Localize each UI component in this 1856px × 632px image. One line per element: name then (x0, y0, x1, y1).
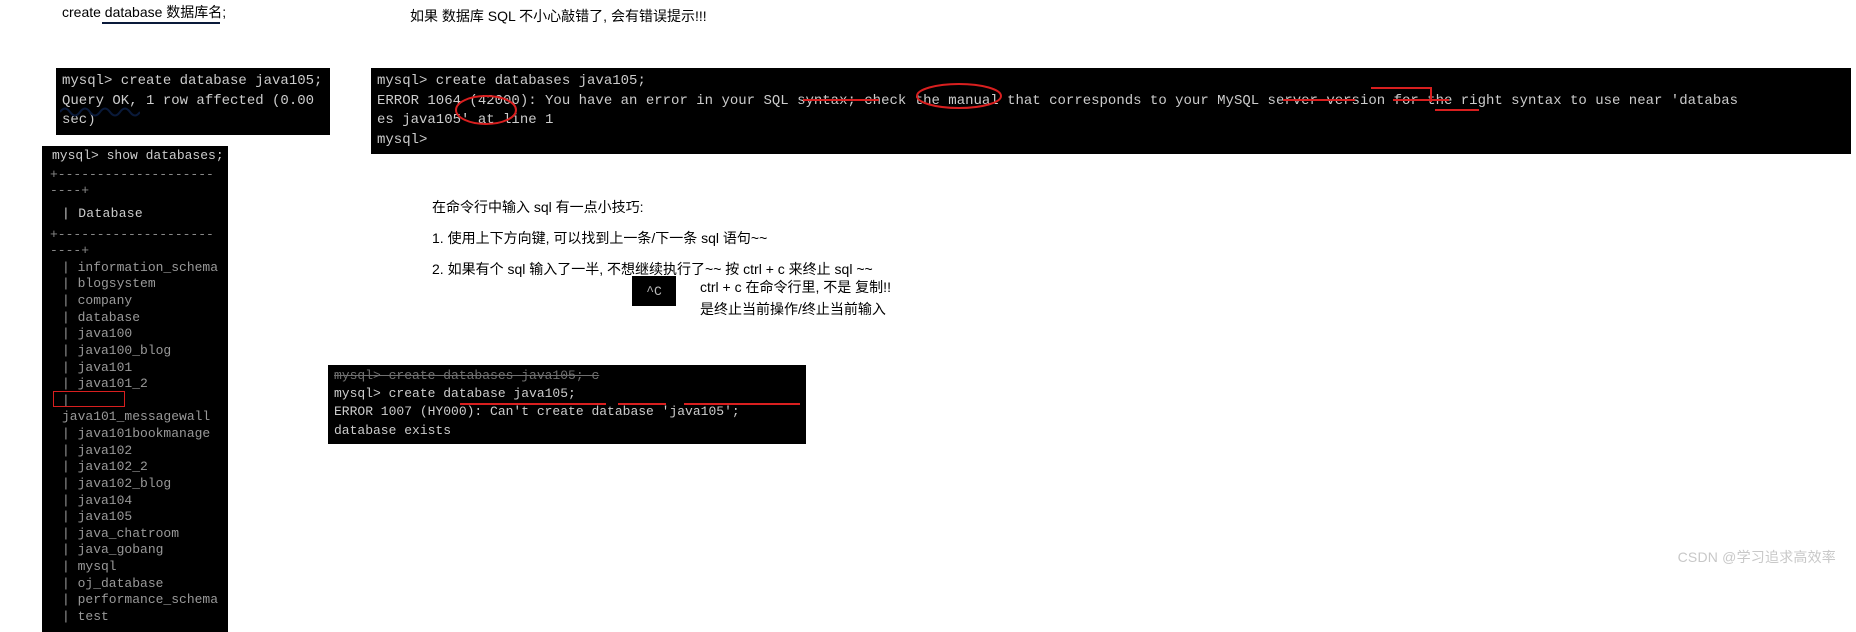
terminal-line: mysql> create databases java105; (377, 72, 1845, 92)
db-row: | java101bookmanage (46, 426, 224, 443)
ctrl-c-note-line: 是终止当前操作/终止当前输入 (700, 298, 891, 320)
terminal-db-exists-wrap: mysql> create databases java105; c mysql… (328, 365, 806, 444)
tips-intro: 在命令行中输入 sql 有一点小技巧: (432, 192, 873, 223)
terminal-db-exists: mysql> create databases java105; c mysql… (328, 365, 806, 444)
db-row: | java100 (46, 326, 224, 343)
terminal-sql-error: mysql> create databases java105; ERROR 1… (371, 68, 1851, 154)
heading-create-db: create database 数据库名; (62, 2, 226, 22)
terminal-line: ERROR 1007 (HY000): Can't create databas… (334, 403, 800, 439)
terminal-line: mysql> show databases; (46, 148, 224, 165)
terminal-line: mysql> create databases java105; c (334, 367, 800, 385)
heading-create-db-text: create database 数据库名; (62, 4, 226, 20)
terminal-line: mysql> (377, 131, 1845, 151)
terminal-line: ERROR 1064 (42000): You have an error in… (377, 92, 1845, 112)
db-row: | blogsystem (46, 276, 224, 293)
annotation-squiggle (60, 105, 140, 119)
tips-block: 在命令行中输入 sql 有一点小技巧: 1. 使用上下方向键, 可以找到上一条/… (432, 192, 873, 284)
db-row: | company (46, 293, 224, 310)
db-row: | database (46, 310, 224, 327)
db-row: | mysql (46, 559, 224, 576)
heading-error-note: 如果 数据库 SQL 不小心敲错了, 会有错误提示!!! (410, 6, 707, 26)
db-row: | performance_schema (46, 592, 224, 609)
ctrl-c-glyph: ^C (632, 276, 676, 306)
tips-item: 1. 使用上下方向键, 可以找到上一条/下一条 sql 语句~~ (432, 223, 873, 254)
db-row: | test (46, 609, 224, 626)
db-row: | java_gobang (46, 542, 224, 559)
db-row: | java102_2 (46, 459, 224, 476)
ctrl-c-note-line: ctrl + c 在命令行里, 不是 复制!! (700, 276, 891, 298)
db-row: | java100_blog (46, 343, 224, 360)
db-row: | java101 (46, 360, 224, 377)
db-row: | java104 (46, 493, 224, 510)
db-row: | java102_blog (46, 476, 224, 493)
annotation-underline (102, 20, 220, 24)
db-row: | java102 (46, 443, 224, 460)
db-row: | java101_2 (46, 376, 224, 393)
db-row: | java101_messagewall (46, 393, 224, 426)
column-header: Database (78, 206, 143, 221)
db-row: | oj_database (46, 576, 224, 593)
db-row: | java105 (46, 509, 224, 526)
terminal-show-databases: mysql> show databases; +----------------… (42, 146, 228, 632)
db-row: | information_schema (46, 260, 224, 277)
terminal-line: mysql> create database java105; (334, 385, 800, 403)
terminal-line: es java105' at line 1 (377, 111, 1845, 131)
ctrl-c-note: ctrl + c 在命令行里, 不是 复制!! 是终止当前操作/终止当前输入 (700, 276, 891, 321)
db-row: | java_chatroom (46, 526, 224, 543)
watermark: CSDN @学习追求高效率 (1678, 547, 1836, 567)
terminal-create-db: mysql> create database java105; Query OK… (56, 68, 330, 135)
heading-error-note-text: 如果 数据库 SQL 不小心敲错了, 会有错误提示!!! (410, 8, 707, 24)
terminal-line: mysql> create database java105; (62, 72, 324, 92)
